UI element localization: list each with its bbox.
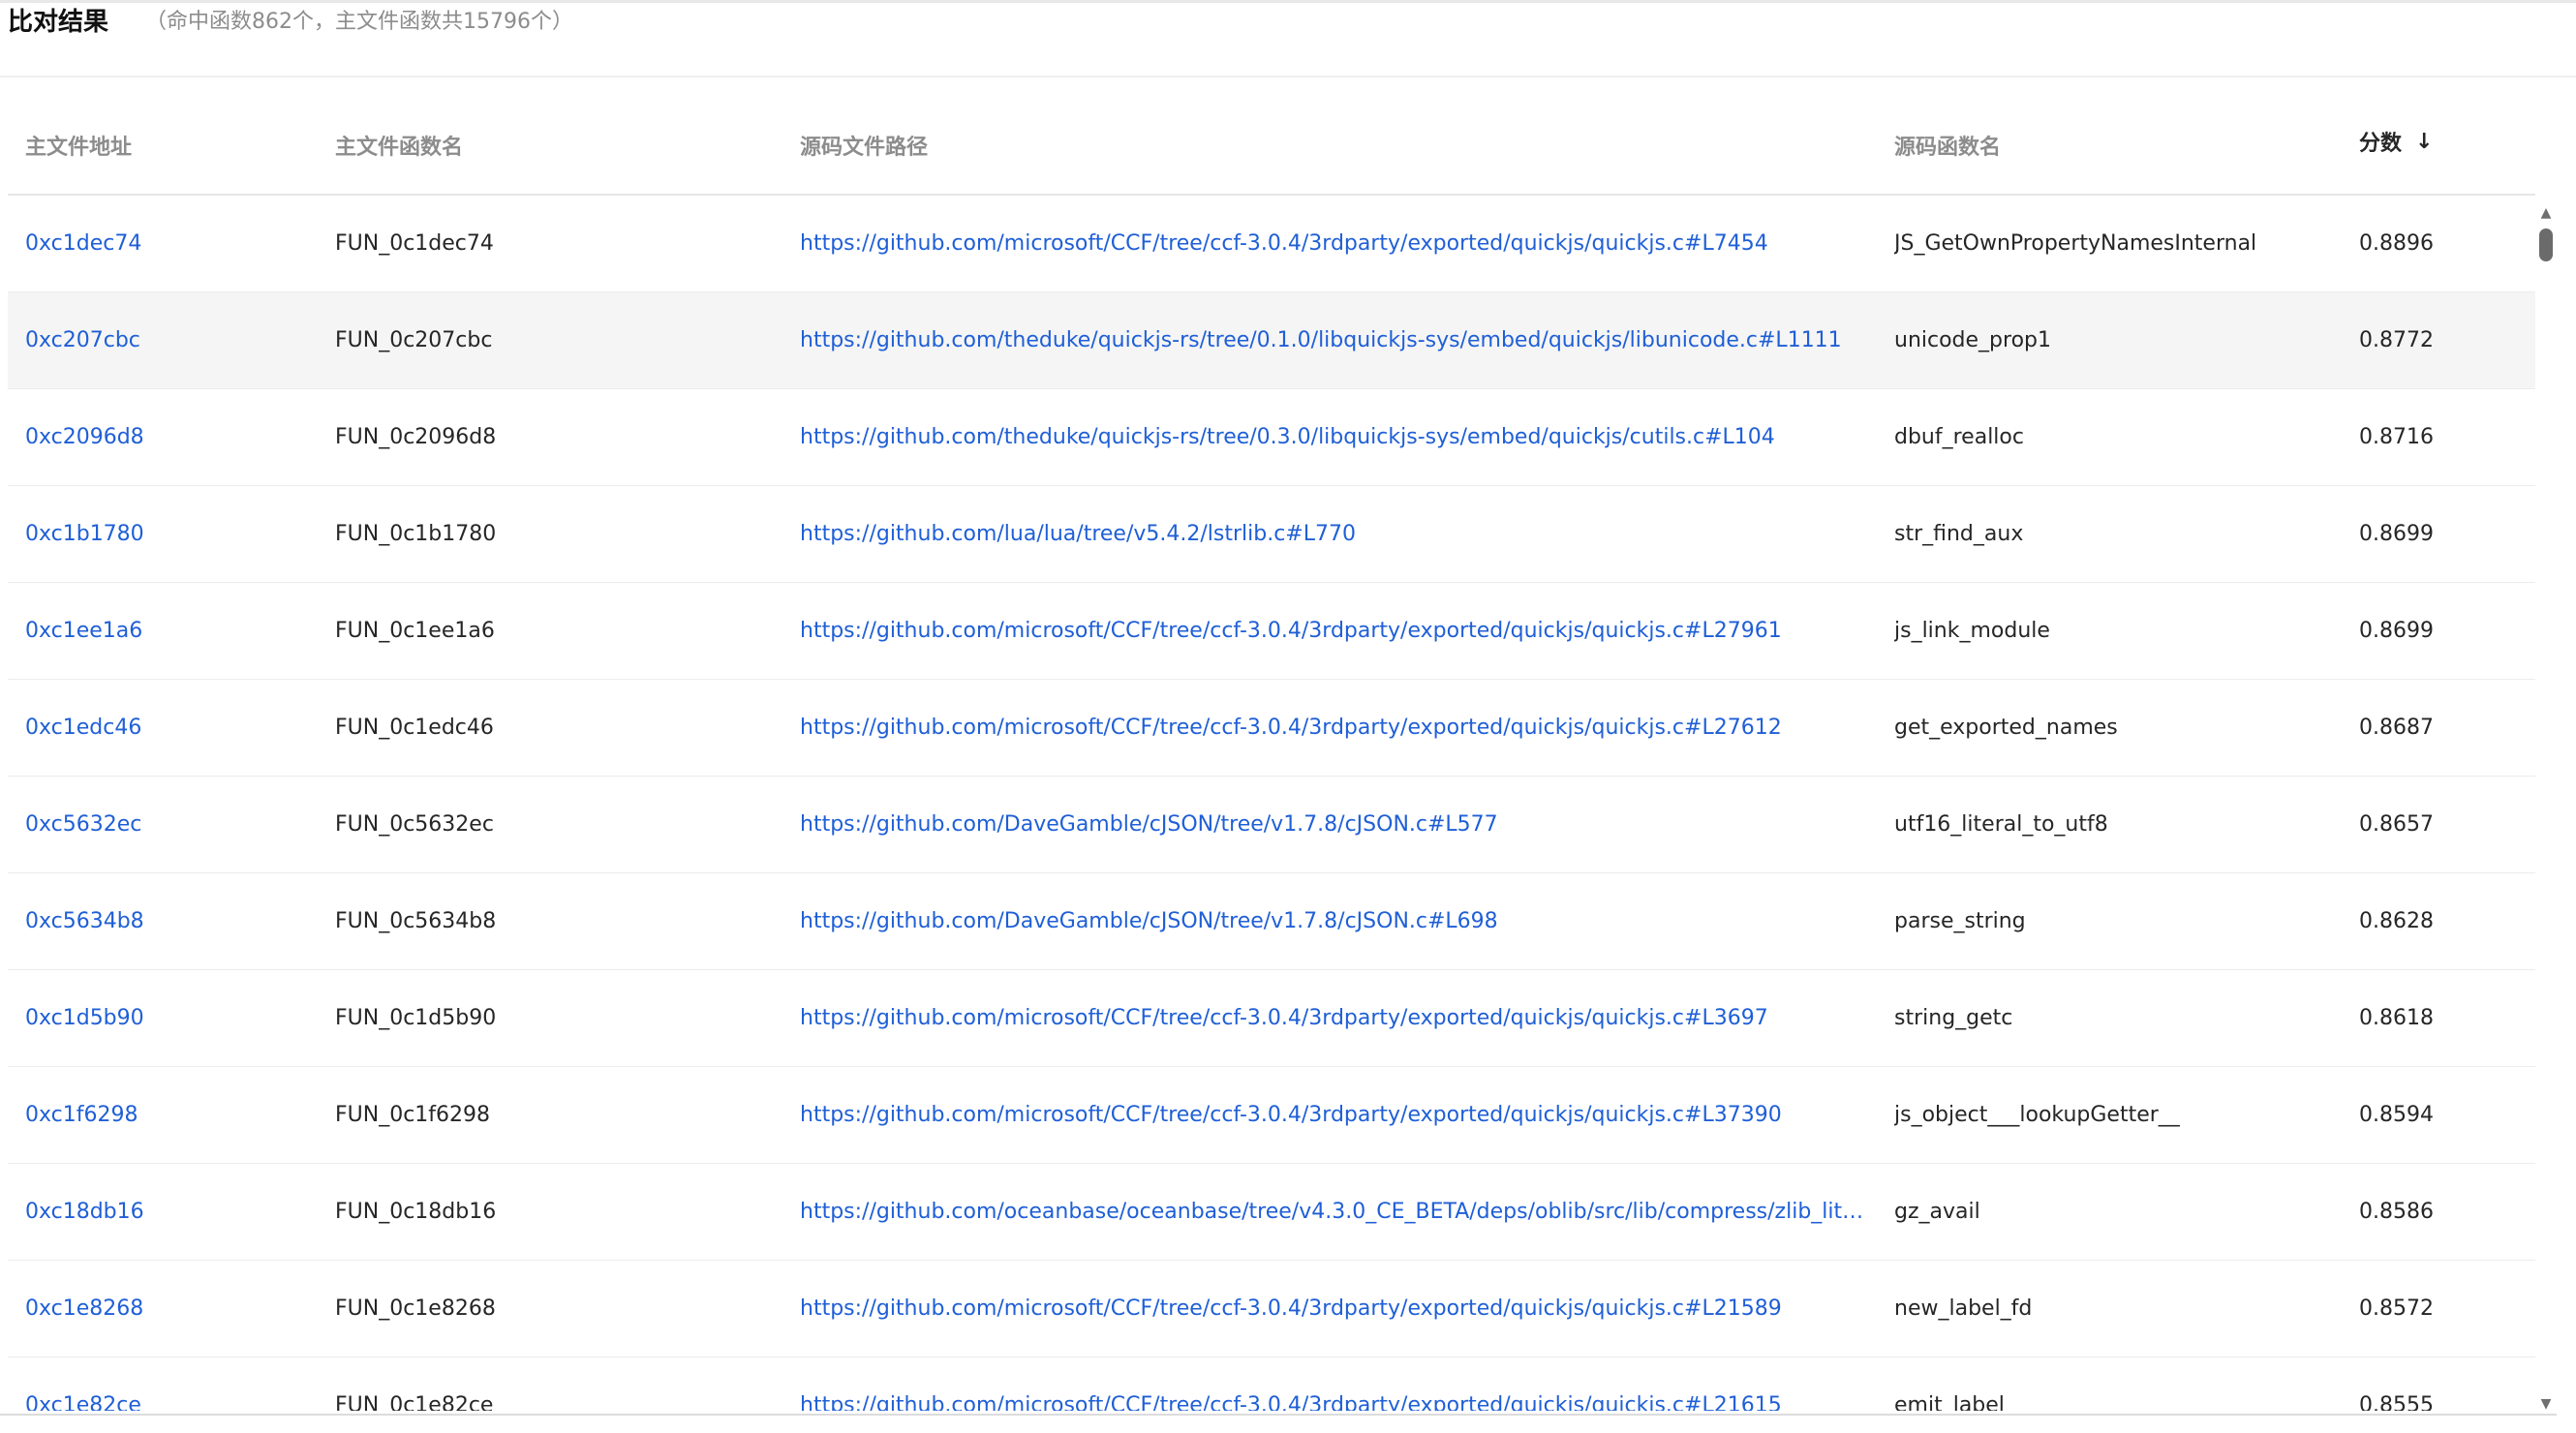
function-name-cell: FUN_0c1d5b90 [335, 1006, 497, 1030]
address-link[interactable]: 0xc1b1780 [25, 486, 316, 582]
score-cell: 0.8687 [2359, 716, 2434, 740]
score-cell: 0.8699 [2359, 619, 2434, 643]
function-name-cell: FUN_0c2096d8 [335, 425, 497, 449]
table-header: 主文件地址 主文件函数名 源码文件路径 源码函数名 分数 ↓ [8, 97, 2535, 196]
function-name-cell: FUN_0c1e82ce [335, 1393, 494, 1411]
source-function-cell: js_object___lookupGetter__ [1894, 1103, 2180, 1127]
address-link[interactable]: 0xc5632ec [25, 777, 316, 872]
function-name-cell: FUN_0c1ee1a6 [335, 619, 495, 643]
function-name-cell: FUN_0c1dec74 [335, 231, 494, 256]
results-table: 主文件地址 主文件函数名 源码文件路径 源码函数名 分数 ↓ 0xc1dec74… [8, 97, 2535, 1411]
table-row[interactable]: 0xc1e82ce FUN_0c1e82ce https://github.com/… [8, 1357, 2535, 1411]
source-function-cell: utf16_literal_to_utf8 [1894, 812, 2108, 837]
table-body[interactable]: 0xc1dec74 FUN_0c1dec74 https://github.com/… [8, 196, 2535, 1411]
source-path-link[interactable]: https://github.com/microsoft/CCF/tree/cc… [800, 1357, 1865, 1411]
results-page: 比对结果 （命中函数862个，主文件函数共15796个） 主文件地址 主文件函数… [0, 0, 2576, 1433]
table-row[interactable]: 0xc1edc46 FUN_0c1edc46 https://github.com/… [8, 680, 2535, 777]
score-cell: 0.8594 [2359, 1103, 2434, 1127]
score-cell: 0.8572 [2359, 1296, 2434, 1321]
source-path-link[interactable]: https://github.com/theduke/quickjs-rs/tr… [800, 292, 1865, 388]
source-function-cell: emit_label [1894, 1393, 2005, 1411]
column-header-source-path: 源码文件路径 [800, 136, 929, 160]
source-function-cell: unicode_prop1 [1894, 328, 2052, 352]
address-link[interactable]: 0xc2096d8 [25, 389, 316, 485]
function-name-cell: FUN_0c1b1780 [335, 522, 497, 546]
scroll-thumb[interactable] [2539, 229, 2553, 261]
source-path-link[interactable]: https://github.com/DaveGamble/cJSON/tree… [800, 777, 1865, 872]
table-row[interactable]: 0xc1e8268 FUN_0c1e8268 https://github.com/… [8, 1261, 2535, 1357]
table-row[interactable]: 0xc5632ec FUN_0c5632ec https://github.com/… [8, 777, 2535, 873]
column-header-address: 主文件地址 [25, 136, 133, 160]
table-row[interactable]: 0xc1dec74 FUN_0c1dec74 https://github.com/… [8, 196, 2535, 292]
function-name-cell: FUN_0c207cbc [335, 328, 493, 352]
source-path-link[interactable]: https://github.com/theduke/quickjs-rs/tr… [800, 389, 1865, 485]
address-link[interactable]: 0xc207cbc [25, 292, 316, 388]
function-name-cell: FUN_0c5634b8 [335, 909, 497, 933]
column-header-score[interactable]: 分数 ↓ [2359, 93, 2433, 190]
header-divider [0, 76, 2576, 77]
score-cell: 0.8618 [2359, 1006, 2434, 1030]
source-function-cell: string_getc [1894, 1006, 2013, 1030]
score-cell: 0.8628 [2359, 909, 2434, 933]
table-row[interactable]: 0xc18db16 FUN_0c18db16 https://github.com/… [8, 1164, 2535, 1261]
address-link[interactable]: 0xc1edc46 [25, 680, 316, 776]
function-name-cell: FUN_0c1f6298 [335, 1103, 491, 1127]
table-row[interactable]: 0xc1ee1a6 FUN_0c1ee1a6 https://github.com/… [8, 583, 2535, 680]
score-cell: 0.8716 [2359, 425, 2434, 449]
source-function-cell: gz_avail [1894, 1200, 1980, 1224]
source-function-cell: js_link_module [1894, 619, 2050, 643]
source-path-link[interactable]: https://github.com/microsoft/CCF/tree/cc… [800, 196, 1865, 291]
table-row[interactable]: 0xc207cbc FUN_0c207cbc https://github.com/… [8, 292, 2535, 389]
source-path-link[interactable]: https://github.com/oceanbase/oceanbase/t… [800, 1164, 1865, 1260]
column-header-source-func: 源码函数名 [1894, 136, 2002, 160]
source-path-link[interactable]: https://github.com/microsoft/CCF/tree/cc… [800, 1067, 1865, 1163]
table-row[interactable]: 0xc5634b8 FUN_0c5634b8 https://github.com/… [8, 873, 2535, 970]
source-function-cell: parse_string [1894, 909, 2026, 933]
score-cell: 0.8657 [2359, 812, 2434, 837]
address-link[interactable]: 0xc1dec74 [25, 196, 316, 291]
source-path-link[interactable]: https://github.com/microsoft/CCF/tree/cc… [800, 583, 1865, 679]
results-header: 比对结果 （命中函数862个，主文件函数共15796个） [8, 0, 573, 39]
address-link[interactable]: 0xc1f6298 [25, 1067, 316, 1163]
score-cell: 0.8555 [2359, 1393, 2434, 1411]
table-bottom-border [0, 1414, 2557, 1416]
page-title: 比对结果 [8, 7, 109, 37]
score-cell: 0.8699 [2359, 522, 2434, 546]
source-path-link[interactable]: https://github.com/lua/lua/tree/v5.4.2/l… [800, 486, 1865, 582]
source-path-link[interactable]: https://github.com/microsoft/CCF/tree/cc… [800, 970, 1865, 1066]
vertical-scrollbar[interactable]: ▲ ▼ [2535, 203, 2557, 1414]
source-function-cell: str_find_aux [1894, 522, 2024, 546]
source-path-link[interactable]: https://github.com/microsoft/CCF/tree/cc… [800, 1261, 1865, 1357]
score-cell: 0.8586 [2359, 1200, 2434, 1224]
address-link[interactable]: 0xc1d5b90 [25, 970, 316, 1066]
address-link[interactable]: 0xc1e82ce [25, 1357, 316, 1411]
source-function-cell: new_label_fd [1894, 1296, 2033, 1321]
source-path-link[interactable]: https://github.com/DaveGamble/cJSON/tree… [800, 873, 1865, 969]
source-function-cell: get_exported_names [1894, 716, 2118, 740]
function-name-cell: FUN_0c18db16 [335, 1200, 497, 1224]
scroll-up-arrow-icon[interactable]: ▲ [2535, 203, 2557, 223]
table-row[interactable]: 0xc2096d8 FUN_0c2096d8 https://github.com/… [8, 389, 2535, 486]
function-name-cell: FUN_0c1e8268 [335, 1296, 496, 1321]
sort-descending-icon[interactable]: ↓ [2415, 130, 2433, 154]
address-link[interactable]: 0xc1ee1a6 [25, 583, 316, 679]
score-header-label: 分数 [2359, 132, 2403, 156]
address-link[interactable]: 0xc1e8268 [25, 1261, 316, 1357]
scroll-down-arrow-icon[interactable]: ▼ [2535, 1394, 2557, 1414]
function-name-cell: FUN_0c5632ec [335, 812, 494, 837]
column-header-func-name: 主文件函数名 [335, 136, 464, 160]
function-name-cell: FUN_0c1edc46 [335, 716, 494, 740]
table-row[interactable]: 0xc1d5b90 FUN_0c1d5b90 https://github.com/… [8, 970, 2535, 1067]
table-row[interactable]: 0xc1f6298 FUN_0c1f6298 https://github.com/… [8, 1067, 2535, 1164]
source-function-cell: JS_GetOwnPropertyNamesInternal [1894, 231, 2257, 256]
table-row[interactable]: 0xc1b1780 FUN_0c1b1780 https://github.com/… [8, 486, 2535, 583]
address-link[interactable]: 0xc18db16 [25, 1164, 316, 1260]
source-path-link[interactable]: https://github.com/microsoft/CCF/tree/cc… [800, 680, 1865, 776]
score-cell: 0.8896 [2359, 231, 2434, 256]
hit-summary: （命中函数862个，主文件函数共15796个） [145, 10, 573, 34]
address-link[interactable]: 0xc5634b8 [25, 873, 316, 969]
score-cell: 0.8772 [2359, 328, 2434, 352]
source-function-cell: dbuf_realloc [1894, 425, 2024, 449]
